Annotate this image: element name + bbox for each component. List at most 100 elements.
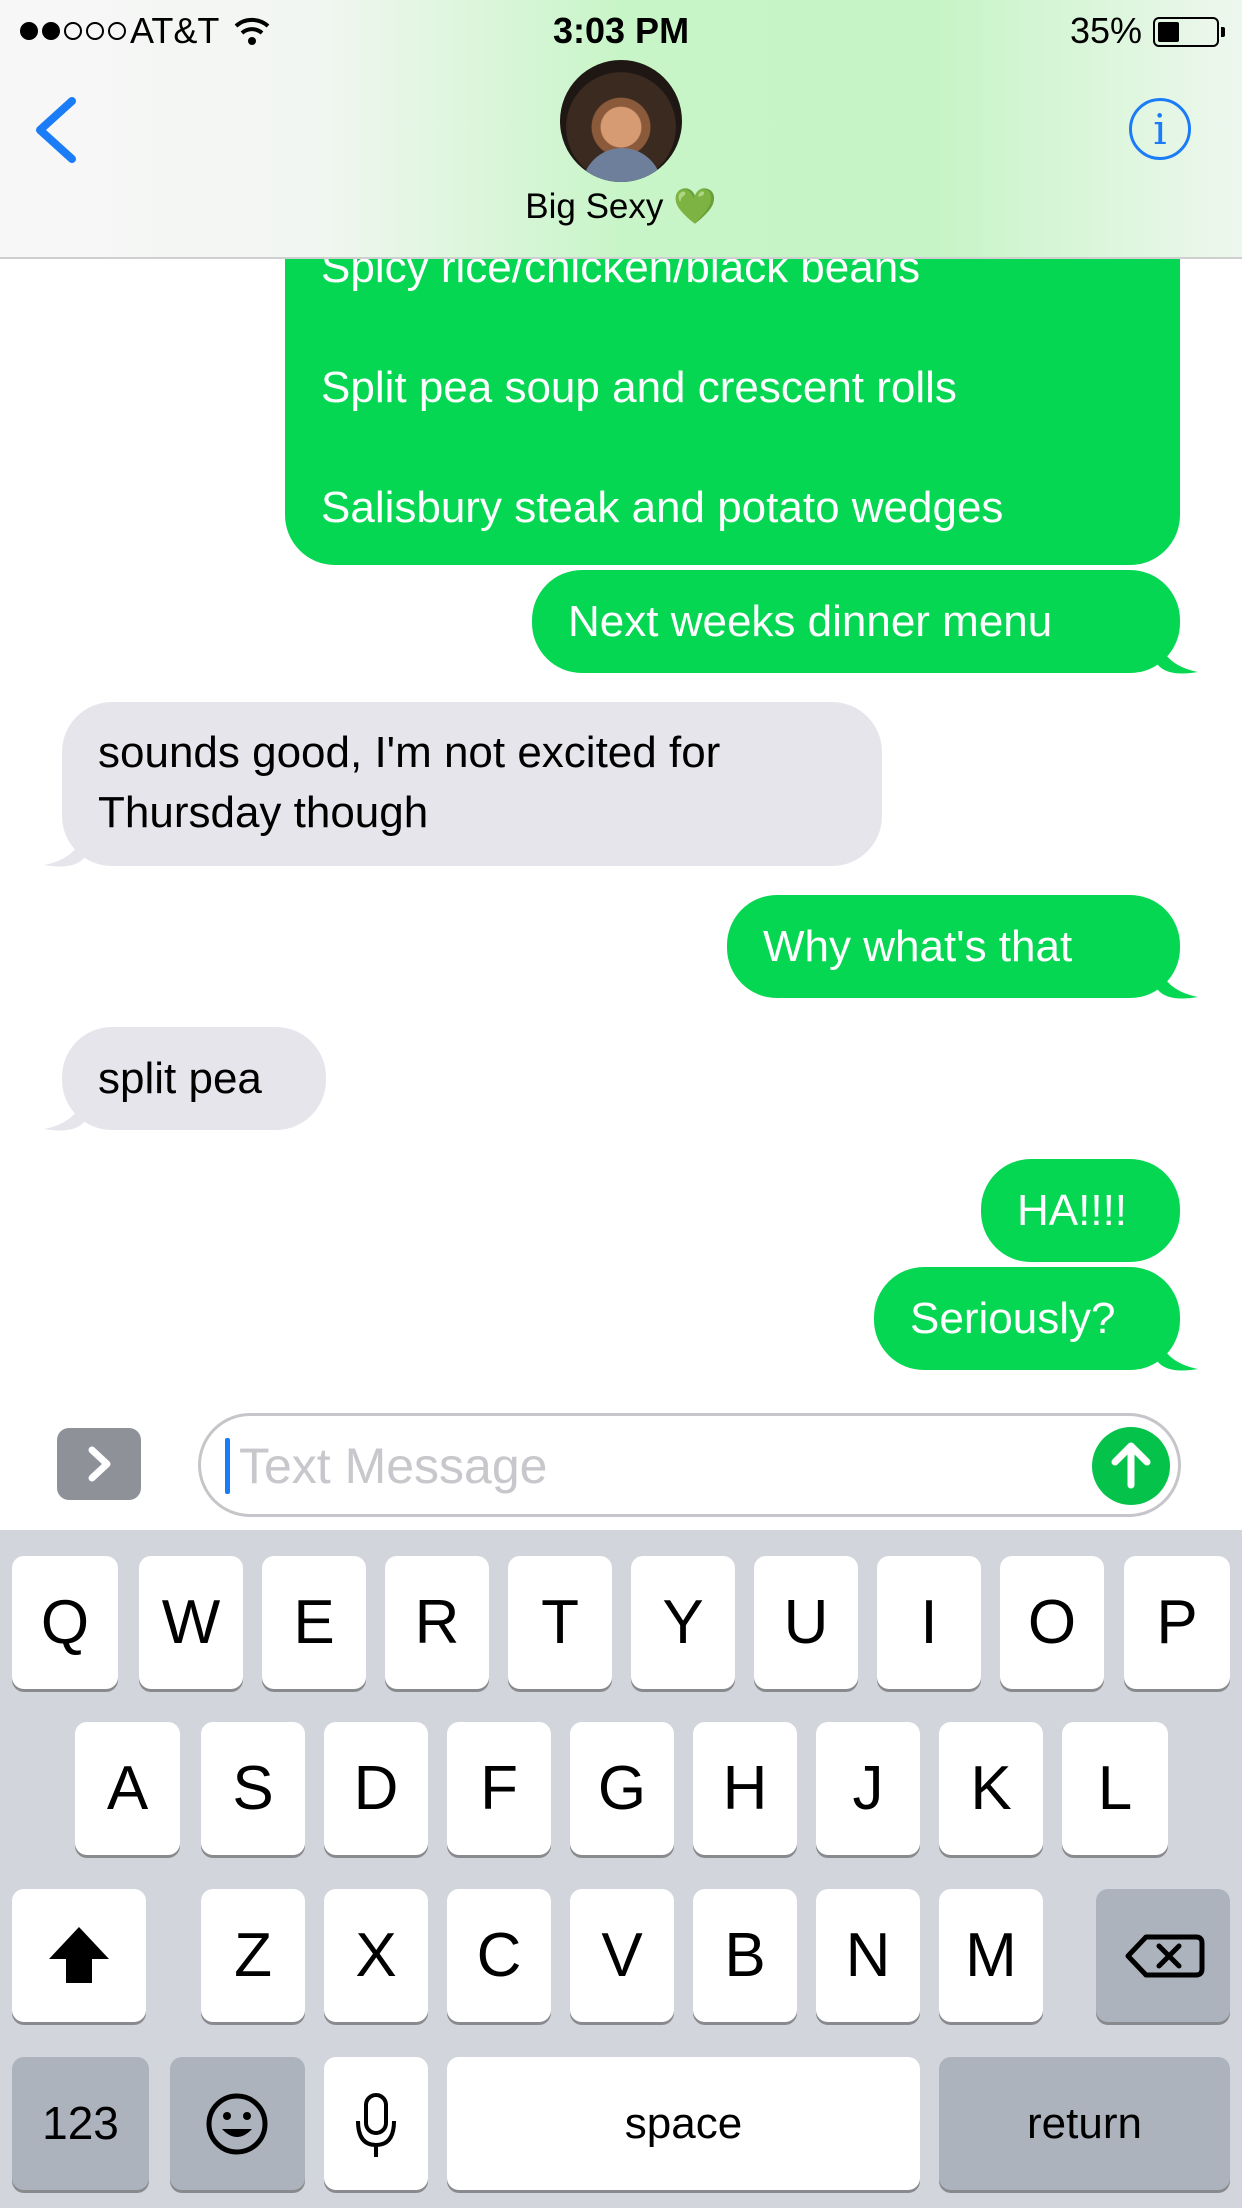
key-label: U	[783, 1588, 829, 1657]
text-cursor	[225, 1438, 230, 1494]
key-label: I	[920, 1588, 938, 1657]
key-label: H	[722, 1754, 768, 1823]
key-label: 123	[42, 2097, 119, 2149]
message-bubble-sent[interactable]: Why what's that	[727, 895, 1180, 998]
key-label: D	[353, 1754, 399, 1823]
key-n[interactable]: N	[816, 1889, 920, 2022]
message-bubble-received[interactable]: split pea	[62, 1027, 326, 1130]
key-label: O	[1027, 1588, 1077, 1657]
key-i[interactable]: I	[877, 1556, 981, 1689]
key-label: T	[541, 1588, 579, 1657]
key-label: E	[293, 1588, 335, 1657]
key-label: A	[106, 1754, 149, 1823]
key-h[interactable]: H	[693, 1722, 797, 1855]
key-z[interactable]: Z	[201, 1889, 305, 2022]
message-text: split pea	[98, 1054, 262, 1103]
bubble-tail	[44, 828, 84, 867]
key-f[interactable]: F	[447, 1722, 551, 1855]
key-p[interactable]: P	[1124, 1556, 1230, 1689]
key-y[interactable]: Y	[631, 1556, 735, 1689]
key-label: M	[965, 1921, 1017, 1990]
key-label: K	[970, 1754, 1012, 1823]
bubble-tail	[1158, 960, 1198, 999]
key-label: J	[852, 1754, 884, 1823]
space-key[interactable]: space	[447, 2057, 920, 2190]
key-b[interactable]: B	[693, 1889, 797, 2022]
message-bubble-sent[interactable]: Seriously?	[874, 1267, 1180, 1370]
key-label: R	[414, 1588, 460, 1657]
backspace-icon	[1125, 1934, 1205, 1978]
key-label: F	[480, 1754, 518, 1823]
key-v[interactable]: V	[570, 1889, 674, 2022]
key-label: space	[624, 2099, 743, 2148]
message-text: Thursday though	[98, 788, 429, 837]
key-label: X	[355, 1921, 397, 1990]
menu-line: Salisbury steak and potato wedges	[321, 483, 1004, 532]
key-label: V	[601, 1921, 643, 1990]
emoji-icon	[206, 2093, 268, 2155]
expand-apps-button[interactable]	[57, 1428, 141, 1500]
clock-time: 3:03 PM	[553, 10, 690, 51]
key-e[interactable]: E	[262, 1556, 366, 1689]
message-text: Seriously?	[910, 1294, 1116, 1343]
key-t[interactable]: T	[508, 1556, 612, 1689]
conversation-header: AT&T 3:03 PM 35% Big Sexy 💚 i	[0, 0, 1242, 259]
key-c[interactable]: C	[447, 1889, 551, 2022]
key-x[interactable]: X	[324, 1889, 428, 2022]
key-o[interactable]: O	[1000, 1556, 1104, 1689]
key-g[interactable]: G	[570, 1722, 674, 1855]
menu-line: Split pea soup and crescent rolls	[321, 363, 957, 412]
wifi-icon	[234, 17, 270, 45]
emoji-key[interactable]	[170, 2057, 305, 2190]
microphone-icon	[356, 2093, 396, 2157]
chevron-right-icon	[88, 1446, 111, 1482]
key-label: P	[1156, 1588, 1198, 1657]
message-bubble-received[interactable]: sounds good, I'm not excited for Thursda…	[62, 702, 882, 866]
delete-key[interactable]	[1096, 1889, 1230, 2022]
key-u[interactable]: U	[754, 1556, 858, 1689]
signal-strength-icon	[20, 22, 126, 40]
message-input[interactable]: Text Message	[198, 1413, 1181, 1517]
key-r[interactable]: R	[385, 1556, 489, 1689]
message-input-placeholder: Text Message	[239, 1438, 548, 1494]
key-label: C	[476, 1921, 522, 1990]
carrier-label: AT&T	[130, 10, 220, 51]
keyboard: Q W E R T Y U I O P A S D F G H J K L Z …	[0, 1530, 1242, 2208]
key-a[interactable]: A	[75, 1722, 180, 1855]
dictation-key[interactable]	[324, 2057, 428, 2190]
key-q[interactable]: Q	[12, 1556, 118, 1689]
message-text: Why what's that	[763, 922, 1073, 971]
bubble-tail	[1158, 1332, 1198, 1371]
send-button[interactable]	[1092, 1427, 1170, 1505]
back-chevron-icon[interactable]	[30, 95, 80, 165]
message-bubble-sent[interactable]: HA!!!!	[981, 1159, 1180, 1262]
contact-name[interactable]: Big Sexy 💚	[0, 186, 1242, 227]
key-label: N	[845, 1921, 891, 1990]
key-label: G	[597, 1754, 647, 1823]
message-text: sounds good, I'm not excited for	[98, 728, 721, 777]
key-j[interactable]: J	[816, 1722, 920, 1855]
message-text: HA!!!!	[1017, 1186, 1128, 1235]
key-label: S	[232, 1754, 274, 1823]
key-d[interactable]: D	[324, 1722, 428, 1855]
key-m[interactable]: M	[939, 1889, 1043, 2022]
bubble-tail	[44, 1092, 84, 1131]
message-bubble-sent[interactable]: Next weeks dinner menu	[532, 570, 1180, 673]
key-l[interactable]: L	[1062, 1722, 1168, 1855]
contact-avatar[interactable]	[560, 60, 682, 182]
info-icon[interactable]: i	[1129, 98, 1191, 160]
key-label: W	[161, 1588, 221, 1657]
arrow-up-icon	[1111, 1442, 1151, 1489]
key-label: B	[724, 1921, 766, 1990]
return-key[interactable]: return	[939, 2057, 1230, 2190]
battery-icon	[1153, 17, 1225, 47]
key-s[interactable]: S	[201, 1722, 305, 1855]
numbers-key[interactable]: 123	[12, 2057, 149, 2190]
key-label: Q	[40, 1588, 90, 1657]
key-label: L	[1097, 1754, 1133, 1823]
key-k[interactable]: K	[939, 1722, 1043, 1855]
key-w[interactable]: W	[139, 1556, 243, 1689]
key-label: Y	[662, 1588, 704, 1657]
key-label: return	[1027, 2099, 1142, 2148]
shift-key[interactable]	[12, 1889, 146, 2022]
